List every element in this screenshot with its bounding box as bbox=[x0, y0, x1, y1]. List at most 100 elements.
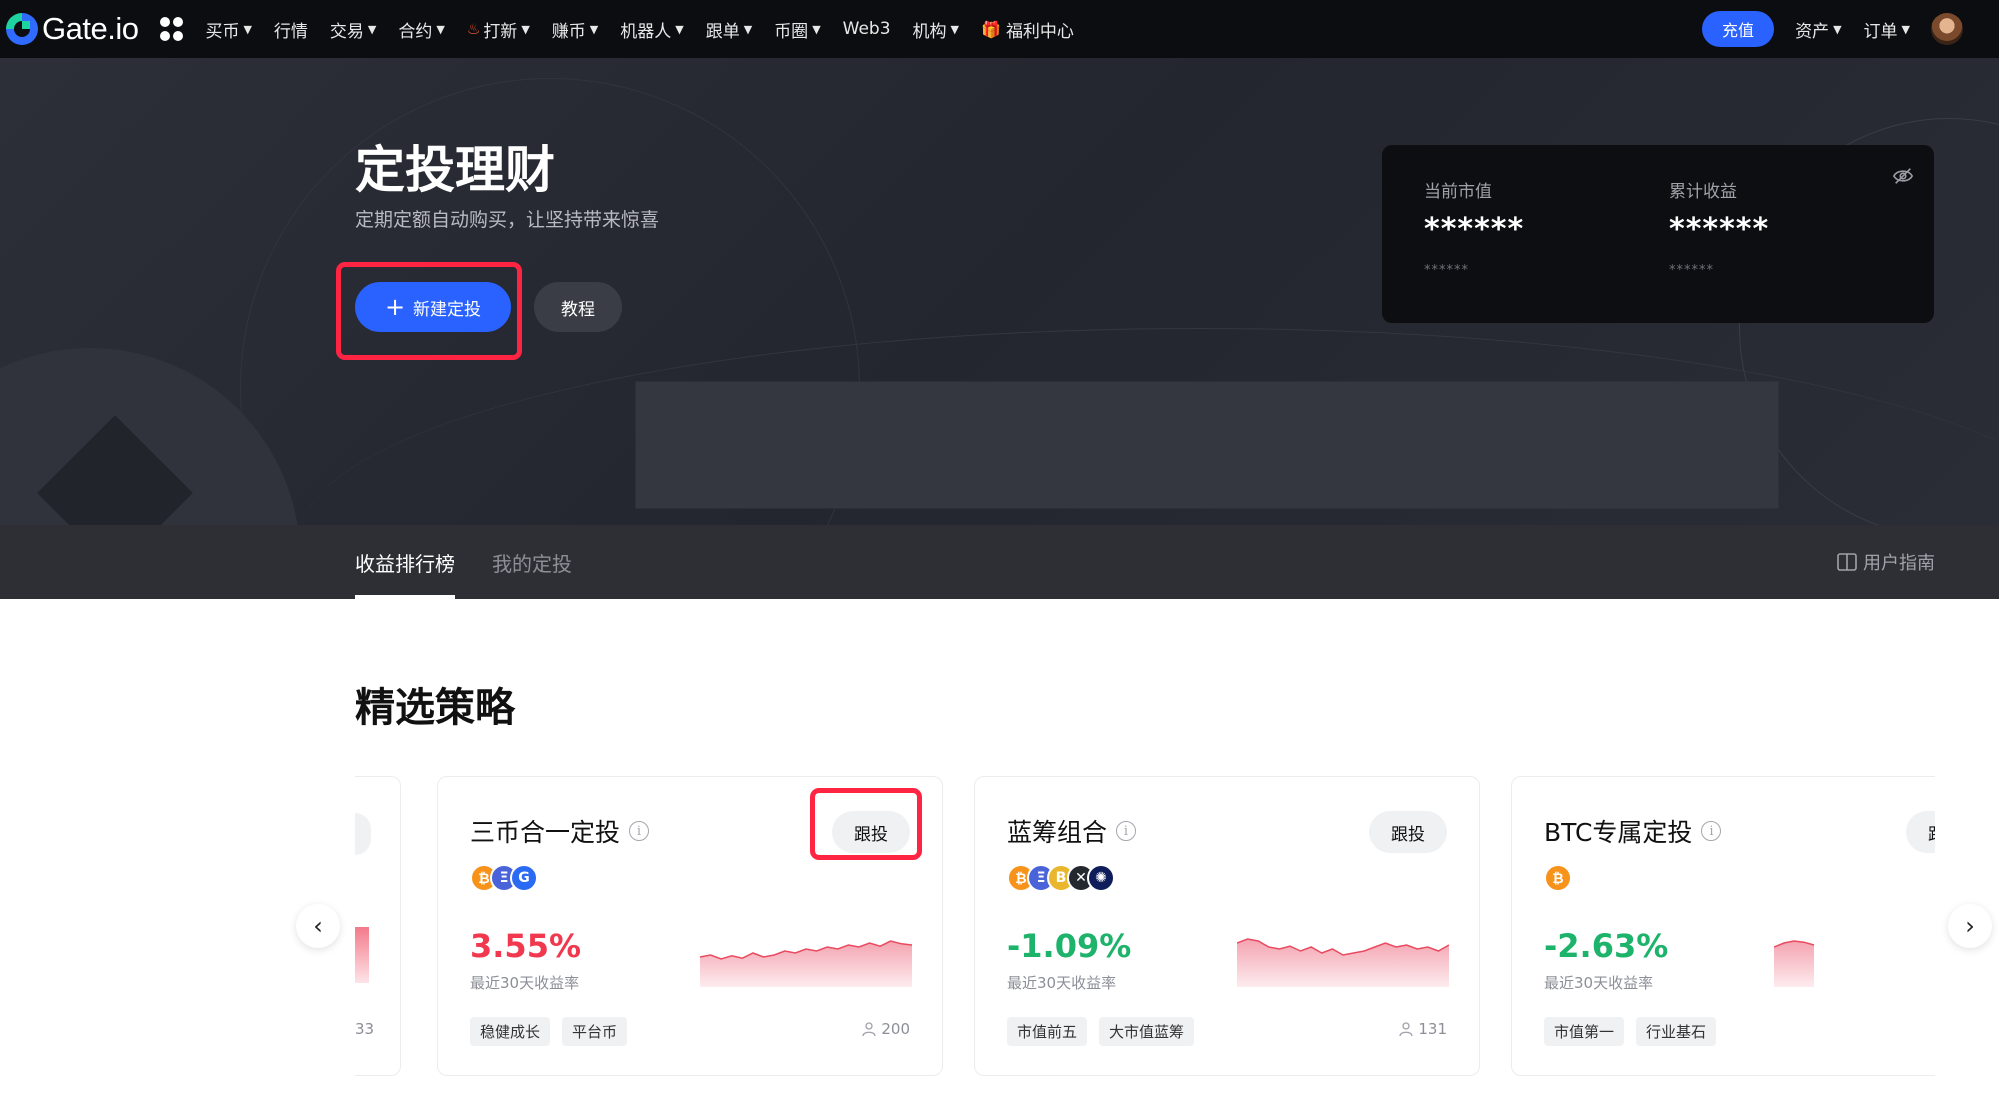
total-profit: ****** bbox=[1669, 212, 1770, 247]
user-icon bbox=[1399, 1022, 1414, 1037]
nav-item-2[interactable]: 交易 ▼ bbox=[319, 17, 387, 42]
strategy-card[interactable]: 蓝筹组合 i 跟投 ₿ Ξ B ✕ ✺ -1.09% 最近30天收益率 市值前五 大市值蓝筹 131 bbox=[974, 776, 1480, 1076]
user-guide-label: 用户指南 bbox=[1863, 553, 1935, 574]
nav-item-orders[interactable]: 订单 ▼ bbox=[1853, 17, 1921, 42]
strategy-tag: 市值前五 bbox=[1007, 1017, 1088, 1046]
nav-item-7[interactable]: 跟单 ▼ bbox=[695, 17, 763, 42]
nav-item-label: 行情 bbox=[273, 21, 308, 42]
strategy-tags: 市值前五 大市值蓝筹 bbox=[1007, 1017, 1206, 1046]
deposit-button[interactable]: 充值 bbox=[1702, 11, 1775, 47]
caret-down-icon: ▼ bbox=[243, 22, 252, 36]
nav-item-label: 币圈 bbox=[774, 21, 809, 42]
total-profit-sub: ****** bbox=[1669, 263, 1714, 278]
tutorial-button[interactable]: 教程 bbox=[534, 282, 622, 332]
strategy-tags: 市值第一 行业基石 bbox=[1544, 1017, 1728, 1046]
yield-label: 最近30天收益率 bbox=[1007, 974, 1117, 992]
tab-my-dca[interactable]: 我的定投 bbox=[492, 525, 572, 599]
strategy-card-partial[interactable]: 33 bbox=[355, 776, 401, 1076]
strategy-title: BTC专属定投 i bbox=[1544, 813, 1722, 849]
nav-item-label: 机器人 bbox=[620, 21, 672, 42]
chevron-right-icon: › bbox=[1965, 912, 1975, 940]
btc-coin-icon: ₿ bbox=[1544, 864, 1572, 892]
gift-icon: 🎁 bbox=[981, 19, 1001, 39]
highlight-box-new-dca bbox=[336, 262, 522, 360]
info-icon[interactable]: i bbox=[1116, 821, 1137, 841]
caret-down-icon: ▼ bbox=[589, 22, 599, 36]
follow-button[interactable]: 跟投 bbox=[1906, 811, 1935, 853]
book-icon bbox=[1837, 553, 1857, 571]
user-icon bbox=[862, 1022, 877, 1037]
nav-item-8[interactable]: 币圈 ▼ bbox=[763, 17, 831, 42]
nav-item-label: 资产 bbox=[1795, 21, 1830, 42]
strategy-title: 蓝筹组合 i bbox=[1007, 813, 1137, 849]
nav-item-assets[interactable]: 资产 ▼ bbox=[1784, 17, 1852, 42]
nav-item-label: 买币 bbox=[205, 21, 240, 42]
market-value-block: 当前市值 ****** ****** bbox=[1424, 177, 1524, 278]
asset-summary-card: 当前市值 ****** ****** 累计收益 ****** ****** bbox=[1382, 145, 1934, 323]
strategy-card[interactable]: BTC专属定投 i 跟投 ₿ -2.63% 最近30天收益率市值第一行业基石 bbox=[1511, 776, 1935, 1076]
info-icon[interactable]: i bbox=[1701, 821, 1722, 841]
follow-button[interactable]: 跟投 bbox=[1369, 811, 1447, 853]
carousel-prev-button[interactable]: ‹ bbox=[296, 904, 340, 948]
strategy-tag: 市值第一 bbox=[1544, 1017, 1625, 1046]
nav-item-6[interactable]: 机器人 ▼ bbox=[609, 17, 694, 42]
nav-item-0[interactable]: 买币 ▼ bbox=[194, 17, 262, 42]
caret-down-icon: ▼ bbox=[1901, 22, 1910, 36]
nav-item-10[interactable]: 机构 ▼ bbox=[902, 17, 970, 42]
yield-label: 最近30天收益率 bbox=[470, 974, 580, 992]
nav-item-label: Web3 bbox=[842, 19, 891, 39]
user-guide-link[interactable]: 用户指南 bbox=[1837, 525, 1935, 599]
caret-down-icon: ▼ bbox=[436, 22, 445, 36]
coin-icons: ₿ Ξ B ✕ ✺ bbox=[1007, 864, 1115, 892]
nav-menu: 买币 ▼ 行情 交易 ▼ 合约 ▼ ♨ 打新 ▼ 赚币 ▼ 机器人 ▼ 跟单 ▼ 币圈 ▼ Web3 机构 ▼ 🎁 福利中心 bbox=[194, 17, 1084, 42]
nav-item-label: 交易 bbox=[329, 21, 364, 42]
strategy-title-text: 蓝筹组合 bbox=[1007, 818, 1108, 847]
caret-down-icon: ▼ bbox=[1833, 22, 1842, 36]
yield-sparkline bbox=[700, 940, 912, 987]
tab-bar: 收益排行榜 我的定投 用户指南 bbox=[0, 525, 1999, 599]
followers-count: 200 bbox=[861, 1020, 910, 1038]
coin-icons: ₿ bbox=[1544, 864, 1572, 892]
nav-item-5[interactable]: 赚币 ▼ bbox=[541, 17, 609, 42]
total-profit-block: 累计收益 ****** ****** bbox=[1669, 177, 1769, 278]
nav-right: 充值 资产 ▼ 订单 ▼ bbox=[1702, 0, 1963, 58]
nav-item-1[interactable]: 行情 bbox=[263, 17, 319, 42]
yield-value: 3.55% bbox=[470, 927, 582, 965]
tab-ranking[interactable]: 收益排行榜 bbox=[355, 525, 455, 599]
fire-icon: ♨ bbox=[466, 20, 481, 38]
caret-down-icon: ▼ bbox=[743, 22, 753, 36]
nav-item-label: 跟单 bbox=[705, 21, 740, 42]
strategy-tags: 稳健成长 平台币 bbox=[470, 1017, 639, 1046]
highlight-box-follow bbox=[810, 788, 922, 860]
section-title: 精选策略 bbox=[355, 685, 515, 731]
eye-off-icon[interactable] bbox=[1892, 165, 1914, 187]
ada-coin-icon: ✺ bbox=[1087, 864, 1115, 892]
nav-item-label: 订单 bbox=[1863, 21, 1898, 42]
page-title: 定投理财 bbox=[355, 141, 555, 199]
strategy-title-text: 三币合一定投 bbox=[470, 818, 621, 847]
market-value-sub: ****** bbox=[1424, 263, 1469, 278]
nav-item-11[interactable]: 🎁 福利中心 bbox=[970, 17, 1085, 42]
nav-item-9[interactable]: Web3 bbox=[832, 19, 902, 39]
apps-grid-icon[interactable] bbox=[160, 17, 184, 41]
followers-count: 131 bbox=[1398, 1020, 1447, 1038]
gateio-logo-icon bbox=[6, 13, 38, 45]
nav-item-label: 福利中心 bbox=[1005, 21, 1074, 42]
carousel-next-button[interactable]: › bbox=[1948, 904, 1992, 948]
gateio-logo[interactable]: Gate.io bbox=[6, 11, 139, 47]
gt-coin-icon: G bbox=[510, 864, 538, 892]
market-value: ****** bbox=[1424, 212, 1525, 247]
nav-item-3[interactable]: 合约 ▼ bbox=[387, 17, 455, 42]
user-avatar[interactable] bbox=[1931, 13, 1963, 45]
market-value-label: 当前市值 bbox=[1424, 182, 1492, 202]
page-subtitle: 定期定额自动购买，让坚持带来惊喜 bbox=[355, 209, 660, 231]
info-icon[interactable]: i bbox=[629, 821, 650, 841]
yield-label: 最近30天收益率 bbox=[1544, 974, 1654, 992]
nav-item-label: 打新 bbox=[483, 21, 518, 42]
follow-button-partial[interactable] bbox=[355, 813, 371, 855]
followers-value: 200 bbox=[881, 1020, 910, 1038]
chevron-left-icon: ‹ bbox=[313, 912, 323, 940]
nav-item-label: 机构 bbox=[912, 21, 947, 42]
nav-item-4[interactable]: ♨ 打新 ▼ bbox=[456, 17, 541, 42]
strategy-tag: 平台币 bbox=[562, 1017, 628, 1046]
